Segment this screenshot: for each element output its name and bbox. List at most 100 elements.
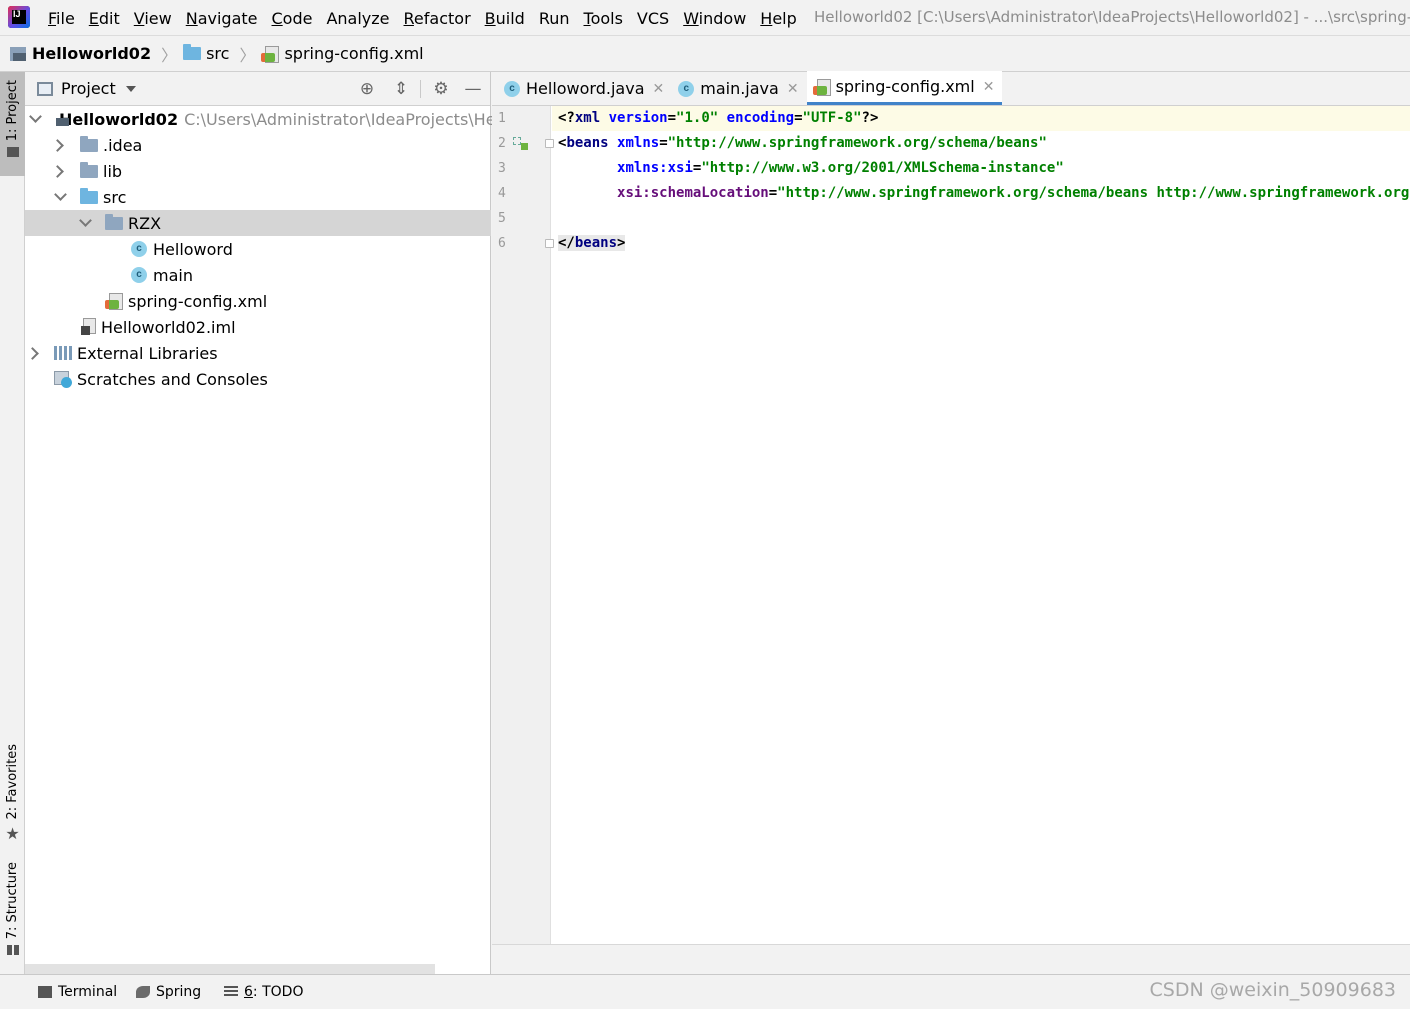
tree-node-idea[interactable]: .idea [25, 132, 491, 158]
breadcrumb-separator-icon: 〉 [239, 45, 256, 65]
tab-main-java[interactable]: c main.java ✕ [672, 72, 806, 105]
tree-node-main[interactable]: c main [25, 262, 491, 288]
bottom-tool-bar: Terminal Spring 6: TODO CSDN @weixin_509… [0, 974, 1410, 1009]
locate-target-icon[interactable]: ⊕ [357, 79, 377, 99]
menu-file[interactable]: File [48, 9, 75, 28]
menu-vcs[interactable]: VCS [637, 9, 669, 28]
source-folder-icon [80, 187, 98, 204]
spring-xml-icon [105, 292, 123, 310]
code-line-2: <beans xmlns="http://www.springframework… [558, 135, 1047, 151]
breadcrumb-file[interactable]: spring-config.xml [261, 44, 424, 63]
close-icon[interactable]: ✕ [653, 81, 665, 97]
line-number: 6 [498, 236, 506, 251]
terminal-icon [38, 986, 52, 998]
menu-analyze[interactable]: Analyze [326, 9, 389, 28]
menu-tools[interactable]: Tools [584, 9, 623, 28]
code-line-6: </beans> [558, 235, 626, 251]
tab-helloword-java[interactable]: c Helloword.java ✕ [498, 72, 672, 105]
project-panel: Project ⊕ ⇕ ⚙ — Helloworld02 C:\Users\Ad… [25, 72, 579, 974]
collapse-all-icon[interactable]: ⇕ [391, 79, 411, 99]
code-area[interactable]: <?xml version="1.0" encoding="UTF-8"?> <… [552, 106, 1410, 944]
project-tree: Helloworld02 C:\Users\Administrator\Idea… [25, 106, 579, 392]
chevron-down-icon[interactable] [125, 85, 136, 92]
line-number-gutter[interactable]: 1 2 3 4 5 6 [492, 106, 554, 944]
scratches-icon [54, 371, 72, 388]
project-view-selector[interactable]: Project [61, 79, 116, 98]
spring-button[interactable]: Spring [136, 984, 201, 1000]
menu-help[interactable]: Help [760, 9, 796, 28]
menu-edit[interactable]: Edit [89, 9, 120, 28]
line-number: 4 [498, 186, 506, 201]
close-icon[interactable]: ✕ [983, 79, 995, 95]
breadcrumb-src[interactable]: src [183, 44, 229, 63]
tool-tab-project[interactable]: 1: Project [0, 72, 25, 176]
tree-node-external-libraries[interactable]: External Libraries [25, 340, 491, 366]
editor: c Helloword.java ✕ c main.java ✕ spring-… [492, 71, 1410, 974]
close-icon[interactable]: ✕ [787, 81, 799, 97]
folder-icon [80, 161, 98, 178]
intellij-logo-icon[interactable]: IJ [8, 6, 30, 28]
menu-view[interactable]: View [134, 9, 172, 28]
structure-icon [6, 945, 19, 956]
terminal-button[interactable]: Terminal [38, 984, 117, 1000]
breadcrumb-separator-icon: 〉 [161, 45, 178, 65]
breadcrumb-project[interactable]: Helloworld02 [10, 44, 151, 63]
tree-node-iml[interactable]: Helloworld02.iml [25, 314, 491, 340]
window-title: Helloworld02 [C:\Users\Administrator\Ide… [814, 8, 1410, 26]
tree-node-src[interactable]: src [25, 184, 491, 210]
editor-tab-bar: c Helloword.java ✕ c main.java ✕ spring-… [492, 71, 1410, 106]
menu-run[interactable]: Run [539, 9, 570, 28]
menu-build[interactable]: Build [485, 9, 525, 28]
project-icon [10, 46, 26, 61]
folder-icon [6, 147, 19, 158]
tool-tab-favorites[interactable]: 2: Favorites ★ [0, 744, 25, 844]
list-icon [224, 986, 238, 998]
java-class-icon: c [131, 241, 147, 257]
tree-node-spring-config[interactable]: spring-config.xml [25, 288, 491, 314]
chevron-down-icon[interactable] [56, 190, 66, 200]
code-line-4: xsi:schemaLocation="http://www.springfra… [617, 185, 1410, 201]
spring-beans-gutter-icon[interactable] [513, 137, 529, 151]
divider [420, 80, 421, 98]
code-line-3: xmlns:xsi="http://www.w3.org/2001/XMLSch… [617, 160, 1064, 176]
menu-window[interactable]: Window [683, 9, 746, 28]
menu-refactor[interactable]: Refactor [404, 9, 471, 28]
watermark: CSDN @weixin_50909683 [1149, 979, 1397, 1001]
line-number: 2 [498, 136, 506, 151]
line-number: 3 [498, 161, 506, 176]
tool-tab-structure[interactable]: 7: Structure [0, 862, 25, 962]
chevron-right-icon[interactable] [53, 166, 63, 176]
tree-node-helloword[interactable]: c Helloword [25, 236, 491, 262]
tree-node-rzx[interactable]: RZX [25, 210, 491, 236]
module-file-icon [81, 318, 96, 336]
star-icon: ★ [5, 823, 20, 843]
tab-spring-config-xml[interactable]: spring-config.xml ✕ [806, 71, 1003, 105]
chevron-down-icon[interactable] [81, 216, 91, 226]
project-view-icon [37, 81, 53, 96]
folder-icon [183, 44, 202, 60]
breadcrumb: Helloworld02 〉 src 〉 spring-config.xml [0, 36, 1410, 72]
code-line-1: <?xml version="1.0" encoding="UTF-8"?> [552, 106, 1410, 131]
editor-footer [492, 944, 1410, 974]
java-class-icon: c [504, 80, 520, 97]
gear-icon[interactable]: ⚙ [431, 79, 451, 99]
spring-leaf-icon [136, 986, 150, 998]
tree-node-root[interactable]: Helloworld02 C:\Users\Administrator\Idea… [25, 106, 579, 132]
menu-code[interactable]: Code [272, 9, 313, 28]
menu-items: File Edit View Navigate Code Analyze Refactor B… [48, 0, 811, 35]
horizontal-scrollbar[interactable] [25, 964, 435, 974]
package-icon [105, 213, 123, 230]
libraries-icon [54, 346, 72, 360]
tree-node-lib[interactable]: lib [25, 158, 491, 184]
tree-node-scratches[interactable]: Scratches and Consoles [25, 366, 491, 392]
chevron-right-icon[interactable] [28, 348, 38, 358]
left-tool-strip: 1: Project 2: Favorites ★ 7: Structure [0, 72, 25, 974]
todo-button[interactable]: 6: TODO [224, 984, 303, 1000]
minimize-icon[interactable]: — [463, 79, 483, 99]
menu-bar: IJ File Edit View Navigate Code Analyze Refact… [0, 0, 1410, 36]
menu-navigate[interactable]: Navigate [186, 9, 258, 28]
chevron-down-icon[interactable] [31, 112, 41, 122]
chevron-right-icon[interactable] [53, 140, 63, 150]
folder-icon [80, 135, 98, 152]
